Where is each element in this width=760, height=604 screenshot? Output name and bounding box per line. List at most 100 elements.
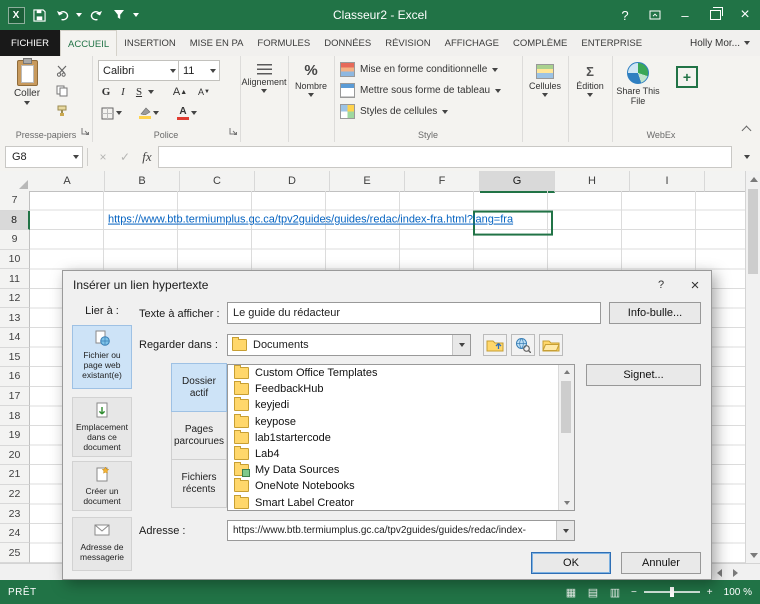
file-item-keyjedi[interactable]: keyjedi <box>228 397 574 413</box>
column-header-i[interactable]: I <box>630 171 705 192</box>
bookmark-button[interactable]: Signet... <box>586 364 701 386</box>
file-item-lab1startercode[interactable]: lab1startercode <box>228 429 574 446</box>
webex-add-button[interactable]: + <box>668 66 706 88</box>
zoom-in-icon[interactable]: + <box>704 587 716 598</box>
tab-donn-es[interactable]: DONNÉES <box>317 30 378 56</box>
insert-function-icon[interactable]: fx <box>136 147 158 167</box>
row-header-9[interactable]: 9 <box>0 230 30 250</box>
cell-hyperlink[interactable]: https://www.btb.termiumplus.gc.ca/tpv2gu… <box>108 211 513 231</box>
row-header-8[interactable]: 8 <box>0 210 30 231</box>
zoom-slider[interactable] <box>643 587 700 597</box>
row-header-17[interactable]: 17 <box>0 386 30 407</box>
cells-button[interactable]: Cellules <box>524 64 566 97</box>
customize-qat-icon[interactable] <box>131 3 141 27</box>
dialog-help-icon[interactable]: ? <box>645 271 677 299</box>
dialog-close-icon[interactable]: × <box>679 271 711 299</box>
row-header-10[interactable]: 10 <box>0 249 30 270</box>
place-pages-parcourues[interactable]: Pages parcourues <box>171 411 227 460</box>
list-scroll-down-icon[interactable] <box>559 496 574 510</box>
column-header-e[interactable]: E <box>330 171 405 192</box>
format-as-table-button[interactable]: Mettre sous forme de tableau <box>340 83 502 98</box>
format-painter-button[interactable] <box>52 102 72 120</box>
look-in-combo[interactable]: Documents <box>227 334 471 356</box>
row-header-13[interactable]: 13 <box>0 308 30 329</box>
place-dossier-actif[interactable]: Dossier actif <box>171 363 227 412</box>
file-item-my-data-sources[interactable]: My Data Sources <box>228 462 574 478</box>
tab-compl-me[interactable]: COMPLÈME <box>506 30 574 56</box>
row-header-20[interactable]: 20 <box>0 445 30 466</box>
row-header-21[interactable]: 21 <box>0 465 30 485</box>
zoom-level[interactable]: 100 % <box>720 587 752 598</box>
page-break-view-icon[interactable]: ▥ <box>606 583 624 601</box>
cancel-entry-icon[interactable]: × <box>92 147 114 167</box>
vertical-scroll-thumb[interactable] <box>748 189 758 274</box>
scroll-right-icon[interactable] <box>728 565 743 580</box>
cell-styles-button[interactable]: Styles de cellules <box>340 104 449 119</box>
help-icon[interactable]: ? <box>610 0 640 30</box>
tab-fichier[interactable]: FICHIER <box>0 30 60 56</box>
link-type-cr-er-un-document[interactable]: Créer un document <box>72 461 132 511</box>
link-type-emplacement-dans-ce-document[interactable]: Emplacement dans ce document <box>72 397 132 457</box>
row-header-7[interactable]: 7 <box>0 191 30 211</box>
column-header-a[interactable]: A <box>30 171 105 192</box>
file-item-lab4[interactable]: Lab4 <box>228 446 574 462</box>
filter-icon[interactable] <box>108 3 130 27</box>
column-header-f[interactable]: F <box>405 171 480 192</box>
column-header-partial[interactable] <box>705 171 745 192</box>
address-combo[interactable]: https://www.btb.termiumplus.gc.ca/tpv2gu… <box>227 520 575 541</box>
link-type-fichier-ou-page-web-existant-e[interactable]: Fichier ou page web existant(e) <box>72 325 132 389</box>
collapse-ribbon-icon[interactable] <box>741 125 752 137</box>
row-header-23[interactable]: 23 <box>0 504 30 524</box>
tab-mise-en-pa[interactable]: MISE EN PA <box>183 30 251 56</box>
look-in-dropdown-icon[interactable] <box>452 335 470 355</box>
browse-web-button[interactable] <box>511 334 535 356</box>
zoom-out-icon[interactable]: − <box>628 587 640 598</box>
list-scroll-up-icon[interactable] <box>559 365 574 379</box>
row-header-11[interactable]: 11 <box>0 269 30 289</box>
fill-color-button[interactable] <box>136 104 162 122</box>
conditional-formatting-button[interactable]: Mise en forme conditionnelle <box>340 62 499 77</box>
row-header-18[interactable]: 18 <box>0 406 30 426</box>
file-item-feedbackhub[interactable]: FeedbackHub <box>228 381 574 397</box>
number-button[interactable]: % Nombre <box>290 62 332 97</box>
decrease-font-button[interactable]: A ▼ <box>194 83 214 101</box>
copy-button[interactable] <box>52 82 72 100</box>
place-fichiers-r-cents[interactable]: Fichiers récents <box>171 459 227 508</box>
scroll-up-icon[interactable] <box>746 171 760 187</box>
font-color-button[interactable]: A <box>174 104 200 122</box>
minimize-icon[interactable]: – <box>670 0 700 30</box>
redo-icon[interactable] <box>85 3 107 27</box>
column-header-c[interactable]: C <box>180 171 255 192</box>
expand-formula-bar-icon[interactable] <box>736 147 758 167</box>
file-item-custom-office-templates[interactable]: Custom Office Templates <box>228 365 574 381</box>
cancel-button[interactable]: Annuler <box>621 552 701 574</box>
page-layout-view-icon[interactable]: ▤ <box>584 583 602 601</box>
row-header-19[interactable]: 19 <box>0 425 30 446</box>
tab-accueil[interactable]: ACCUEIL <box>60 30 118 57</box>
scroll-down-icon[interactable] <box>746 547 760 563</box>
file-list[interactable]: Custom Office Templates FeedbackHub keyjed… <box>227 364 575 511</box>
zoom-slider-thumb[interactable] <box>669 587 674 597</box>
normal-view-icon[interactable]: ▦ <box>562 583 580 601</box>
select-all-corner[interactable] <box>0 171 31 192</box>
alignment-button[interactable]: Alignement <box>241 64 287 93</box>
font-size-combo[interactable]: 11 <box>178 60 220 81</box>
file-item-onenote-notebooks[interactable]: OneNote Notebooks <box>228 478 574 494</box>
row-header-15[interactable]: 15 <box>0 347 30 368</box>
row-header-12[interactable]: 12 <box>0 288 30 309</box>
list-scroll-thumb[interactable] <box>561 381 571 433</box>
undo-icon[interactable] <box>51 3 73 27</box>
cut-button[interactable] <box>52 62 72 80</box>
column-header-b[interactable]: B <box>105 171 180 192</box>
close-icon[interactable]: × <box>730 0 760 30</box>
clipboard-dialog-launcher[interactable] <box>81 127 90 139</box>
link-type-adresse-de-messagerie[interactable]: Adresse de messagerie <box>72 517 132 571</box>
bold-button[interactable]: G <box>98 83 114 101</box>
tab-enterprise[interactable]: ENTERPRISE <box>574 30 649 56</box>
row-header-14[interactable]: 14 <box>0 328 30 348</box>
ribbon-display-options-icon[interactable] <box>640 0 670 30</box>
row-header-16[interactable]: 16 <box>0 367 30 387</box>
row-header-22[interactable]: 22 <box>0 484 30 505</box>
tab-affichage[interactable]: AFFICHAGE <box>438 30 506 56</box>
row-header-25[interactable]: 25 <box>0 543 30 563</box>
